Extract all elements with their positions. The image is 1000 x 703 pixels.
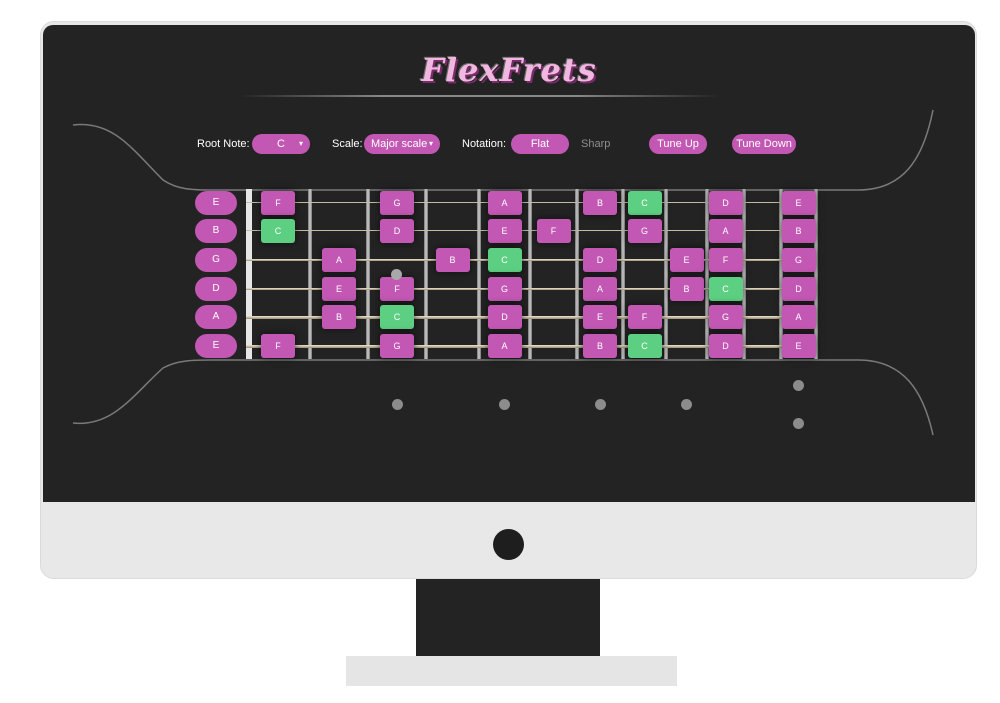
scale-note-marker[interactable]: D <box>487 305 522 329</box>
scale-note-marker[interactable]: F <box>536 219 571 243</box>
scale-note-marker[interactable]: G <box>627 219 662 243</box>
scale-note-marker[interactable]: G <box>708 305 743 329</box>
title-divider <box>239 95 719 97</box>
fret-inlay-dot <box>793 379 804 391</box>
open-string-button[interactable]: G <box>195 248 237 272</box>
scale-note-marker[interactable]: B <box>583 334 617 358</box>
fret-wire <box>366 189 370 359</box>
scale-note-marker[interactable]: A <box>322 248 356 272</box>
fretboard-nut <box>246 189 252 359</box>
scale-note-marker[interactable]: F <box>261 191 295 215</box>
scale-select[interactable]: Major scale ▾ <box>364 134 440 154</box>
scale-note-marker[interactable]: F <box>380 277 414 301</box>
open-string-button[interactable]: B <box>195 219 237 243</box>
chevron-down-icon: ▾ <box>298 139 303 148</box>
scale-note-marker[interactable]: G <box>487 277 522 301</box>
scale-note-marker[interactable]: F <box>627 305 662 329</box>
scale-note-marker[interactable]: G <box>380 191 414 215</box>
root-note-marker[interactable]: C <box>487 248 522 272</box>
scale-note-marker[interactable]: G <box>380 334 414 358</box>
fret-wire <box>528 189 532 359</box>
scale-note-marker[interactable]: E <box>781 334 816 358</box>
root-note-marker[interactable]: C <box>708 277 743 301</box>
scale-note-marker[interactable]: G <box>781 248 816 272</box>
scale-note-marker[interactable]: E <box>583 305 617 329</box>
fret-wire <box>705 189 709 359</box>
scale-note-marker[interactable]: B <box>583 191 617 215</box>
scale-note-marker[interactable]: D <box>708 334 743 358</box>
app-title: FlexFrets <box>421 51 597 89</box>
fret-wire <box>742 189 746 359</box>
fret-wire <box>664 189 668 359</box>
fret-inlay-dot <box>594 398 606 410</box>
notation-label: Notation: <box>462 138 507 150</box>
root-note-select[interactable]: C ▾ <box>252 134 310 154</box>
fret-wire <box>621 189 625 359</box>
root-note-value: C <box>277 138 285 150</box>
scale-note-marker[interactable]: B <box>322 305 356 329</box>
scale-note-marker[interactable]: A <box>487 191 522 215</box>
fret-inlay-dot <box>391 398 403 410</box>
scale-note-marker[interactable]: F <box>708 248 743 272</box>
open-string-button[interactable]: A <box>195 305 237 329</box>
app-screen: FlexFrets Root Note: C ▾ Scale: Major sc… <box>43 25 975 502</box>
scale-note-marker[interactable]: D <box>583 248 617 272</box>
scale-note-marker[interactable]: D <box>708 191 743 215</box>
scale-note-marker[interactable]: B <box>781 219 816 243</box>
root-note-marker[interactable]: C <box>627 191 662 215</box>
scale-note-marker[interactable]: A <box>708 219 743 243</box>
scale-note-marker[interactable]: A <box>583 277 617 301</box>
scale-note-marker[interactable]: E <box>781 191 816 215</box>
scale-note-marker[interactable]: D <box>380 219 414 243</box>
chevron-down-icon: ▾ <box>428 139 433 148</box>
root-note-label: Root Note: <box>197 138 250 150</box>
fret-wire <box>477 189 481 359</box>
fretboard: FGABCDECDEFGABABCDEFGEFGABCDBCDEFGAFGABC… <box>246 189 818 359</box>
scale-note-marker[interactable]: A <box>781 305 816 329</box>
scale-label: Scale: <box>332 138 363 150</box>
scale-note-marker[interactable]: B <box>669 277 704 301</box>
fret-inlay-dot <box>793 417 804 429</box>
stage: FlexFrets Root Note: C ▾ Scale: Major sc… <box>0 0 1000 703</box>
fret-wire <box>424 189 428 359</box>
fret-wire <box>308 189 312 359</box>
root-note-marker[interactable]: C <box>261 219 295 243</box>
open-string-button[interactable]: E <box>195 191 237 215</box>
fret-inlay-dot <box>499 398 510 410</box>
monitor-stand-neck <box>416 579 600 656</box>
open-string-button[interactable]: D <box>195 277 237 301</box>
scale-note-marker[interactable]: E <box>322 277 356 301</box>
tune-down-button[interactable]: Tune Down <box>732 134 796 154</box>
open-string-button[interactable]: E <box>195 334 237 358</box>
controls-bar: Root Note: C ▾ Scale: Major scale ▾ Nota… <box>43 134 975 156</box>
fretboard-position-dot <box>391 269 402 280</box>
scale-note-marker[interactable]: E <box>669 248 704 272</box>
notation-flat-button[interactable]: Flat <box>511 134 569 154</box>
monitor-button <box>493 529 524 560</box>
scale-note-marker[interactable]: D <box>781 277 816 301</box>
scale-note-marker[interactable]: F <box>261 334 295 358</box>
fret-wire <box>575 189 579 359</box>
scale-note-marker[interactable]: E <box>487 219 522 243</box>
scale-note-marker[interactable]: B <box>435 248 470 272</box>
monitor-stand-base <box>346 656 677 686</box>
root-note-marker[interactable]: C <box>627 334 662 358</box>
scale-note-marker[interactable]: A <box>487 334 522 358</box>
root-note-marker[interactable]: C <box>380 305 414 329</box>
tune-up-button[interactable]: Tune Up <box>649 134 707 154</box>
notation-sharp-button[interactable]: Sharp <box>581 138 610 150</box>
fret-inlay-dot <box>681 398 692 410</box>
scale-value: Major scale <box>371 138 428 150</box>
